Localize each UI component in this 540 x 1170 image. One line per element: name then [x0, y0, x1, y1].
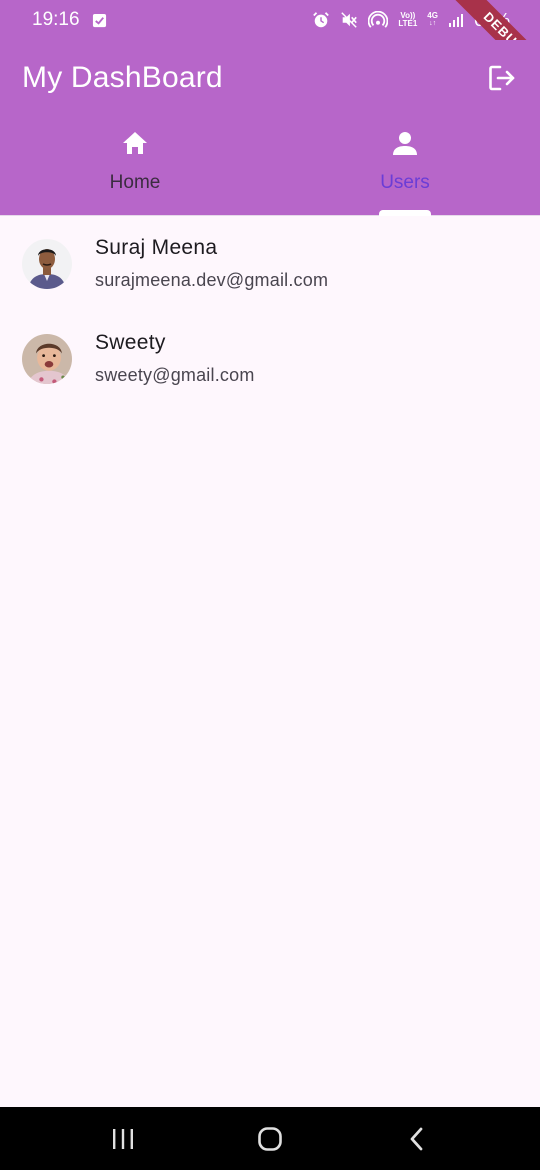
back-button[interactable] [387, 1114, 447, 1164]
user-list: Suraj Meena surajmeena.dev@gmail.com Swe… [0, 216, 540, 406]
person-icon [390, 128, 420, 158]
tab-home[interactable]: Home [0, 116, 270, 216]
hotspot-icon [368, 11, 389, 29]
back-icon [406, 1126, 428, 1152]
battery-level: 68% [473, 9, 510, 30]
home-icon [120, 128, 150, 158]
list-item[interactable]: Suraj Meena surajmeena.dev@gmail.com [0, 216, 540, 311]
page-title: My DashBoard [22, 61, 223, 94]
user-email: sweety@gmail.com [95, 365, 255, 385]
check-square-icon [92, 13, 107, 28]
network-type: 4G ↓↑ [427, 11, 438, 28]
lte-label: LTE1 [398, 19, 418, 28]
status-time: 19:16 [32, 9, 80, 30]
home-nav-button[interactable] [240, 1114, 300, 1164]
app-bar: My DashBoard [0, 40, 540, 116]
network-type-label: 4G [427, 11, 438, 20]
list-item[interactable]: Sweety sweety@gmail.com [0, 311, 540, 406]
signal-icon [448, 12, 464, 28]
avatar [22, 238, 72, 289]
user-name: Sweety [95, 331, 166, 354]
logout-button[interactable] [482, 58, 522, 98]
volte-indicator: Vo)) LTE1 [398, 12, 417, 28]
logout-icon [487, 63, 517, 93]
mute-icon [340, 11, 358, 29]
tab-bar: Home Users [0, 116, 540, 216]
tab-users[interactable]: Users [270, 116, 540, 216]
tab-users-label: Users [380, 172, 430, 193]
system-nav-bar [0, 1107, 540, 1170]
recents-button[interactable] [93, 1114, 153, 1164]
screen: 19:16 Vo)) LTE1 4G ↓↑ 68% DEBUG My DashB… [0, 0, 540, 1170]
status-bar: 19:16 Vo)) LTE1 4G ↓↑ 68% [0, 0, 540, 40]
user-name: Suraj Meena [95, 236, 218, 259]
alarm-icon [312, 11, 330, 29]
tab-home-label: Home [109, 172, 161, 193]
recents-icon [110, 1127, 136, 1151]
home-circle-icon [257, 1126, 283, 1152]
user-email: surajmeena.dev@gmail.com [95, 270, 329, 290]
avatar [22, 333, 72, 384]
